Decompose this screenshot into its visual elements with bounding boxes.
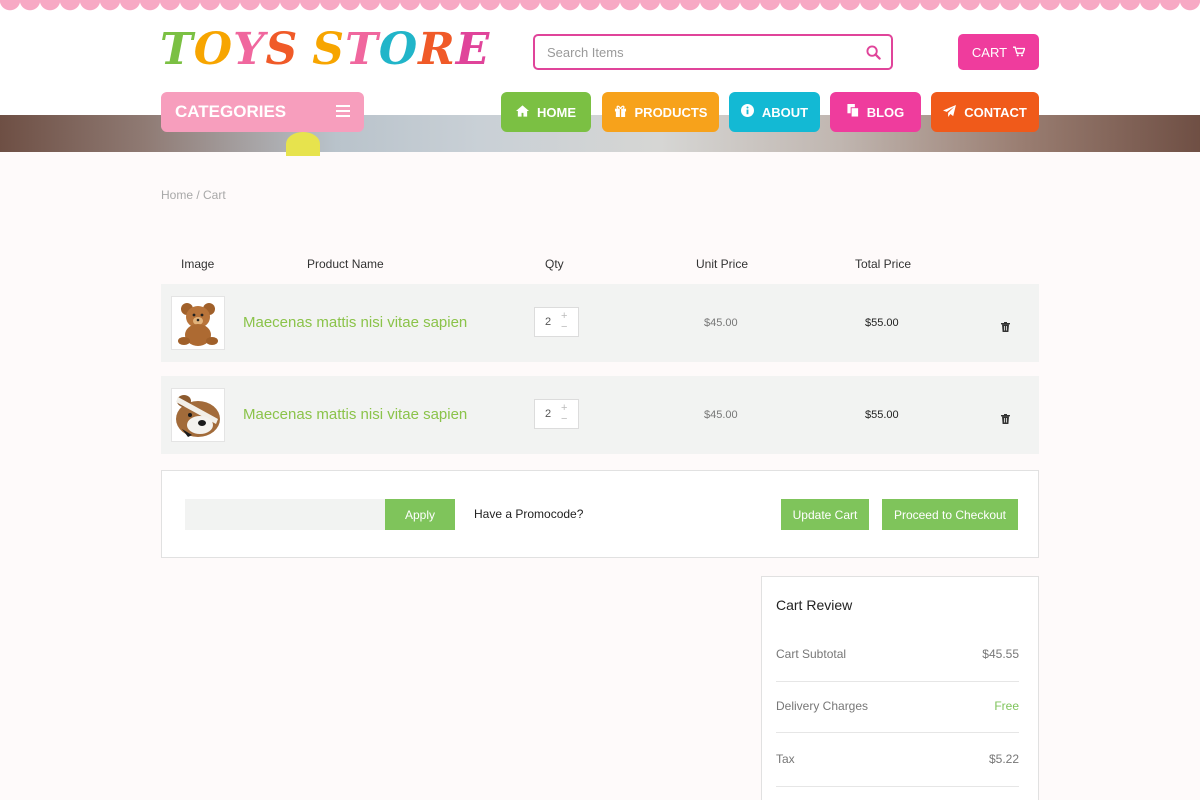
home-icon (516, 104, 529, 120)
total-price: $55.00 (865, 317, 899, 329)
hero-toy-shape (286, 132, 320, 156)
update-cart-button[interactable]: Update Cart (781, 499, 869, 530)
logo-letter: O (193, 23, 234, 75)
search-bar (533, 34, 893, 70)
nav-label: HOME (537, 104, 576, 120)
info-icon (740, 104, 754, 120)
product-thumbnail[interactable] (171, 296, 225, 350)
review-value: $45.55 (982, 647, 1019, 661)
minus-icon[interactable]: − (561, 322, 567, 333)
logo-letter: S (265, 23, 299, 75)
breadcrumb[interactable]: Home / Cart (161, 188, 226, 202)
product-thumbnail[interactable] (171, 388, 225, 442)
trash-icon[interactable] (1001, 411, 1010, 429)
review-label: Cart Subtotal (776, 647, 847, 661)
copy-icon (847, 104, 859, 120)
review-label: Tax (776, 752, 795, 766)
cart-review-panel: Cart Review Cart Subtotal $45.55 Deliver… (761, 576, 1039, 800)
product-name-link[interactable]: Maecenas mattis nisi vitae sapien (243, 406, 467, 423)
column-header-product-name: Product Name (307, 257, 384, 271)
search-input[interactable] (535, 36, 855, 68)
quantity-value[interactable]: 2 (535, 316, 561, 328)
hamburger-icon (336, 102, 350, 122)
logo-letter: T (345, 23, 379, 75)
promo-prompt: Have a Promocode? (474, 507, 584, 521)
divider (776, 681, 1019, 682)
cart-button-label: CART (971, 44, 1008, 60)
logo-letter: T (160, 23, 194, 75)
promo-code-input[interactable] (185, 499, 385, 530)
nav-blog[interactable]: BLOG (830, 92, 921, 132)
nav-label: PRODUCTS (634, 104, 708, 120)
logo-letter: E (455, 23, 491, 75)
scallop-border (0, 0, 1200, 16)
review-value: $5.22 (988, 752, 1019, 766)
review-row-delivery: Delivery Charges Free (776, 699, 1019, 713)
logo-letter: Y (233, 23, 266, 75)
nav-label: CONTACT (964, 104, 1027, 120)
logo-letter: O (378, 23, 419, 75)
minus-icon[interactable]: − (561, 414, 567, 425)
divider (776, 786, 1019, 787)
logo-letter: S (312, 23, 346, 75)
cart-button[interactable]: CART (958, 34, 1039, 70)
unit-price: $45.00 (704, 409, 738, 421)
column-header-unit-price: Unit Price (696, 257, 749, 271)
promo-panel: Apply Have a Promocode? Update Cart Proc… (161, 470, 1039, 558)
nav-about[interactable]: ABOUT (729, 92, 820, 132)
categories-button[interactable]: CATEGORIES (161, 92, 364, 132)
review-row-tax: Tax $5.22 (776, 752, 1019, 766)
gift-icon (614, 105, 627, 120)
search-icon[interactable] (855, 44, 891, 60)
unit-price: $45.00 (704, 317, 738, 329)
categories-label: CATEGORIES (175, 102, 287, 121)
nav-home[interactable]: HOME (501, 92, 591, 132)
trash-icon[interactable] (1001, 319, 1010, 337)
logo[interactable]: T O Y S S T O R E (160, 23, 491, 75)
column-header-image: Image (181, 257, 215, 271)
total-price: $55.00 (865, 409, 899, 421)
review-value: Free (994, 699, 1019, 713)
nav-products[interactable]: PRODUCTS (602, 92, 719, 132)
nav-contact[interactable]: CONTACT (931, 92, 1039, 132)
apply-button[interactable]: Apply (385, 499, 455, 530)
review-label: Delivery Charges (776, 699, 869, 713)
logo-letter: R (418, 23, 456, 75)
nav-label: BLOG (866, 104, 905, 120)
product-name-link[interactable]: Maecenas mattis nisi vitae sapien (243, 314, 467, 331)
quantity-stepper[interactable]: 2 + − (534, 307, 579, 337)
cart-icon (1013, 45, 1026, 60)
paper-plane-icon (943, 104, 957, 120)
quantity-value[interactable]: 2 (535, 408, 561, 420)
divider (776, 732, 1019, 733)
nav-label: ABOUT (761, 104, 809, 120)
review-row-subtotal: Cart Subtotal $45.55 (776, 647, 1019, 661)
cart-review-title: Cart Review (776, 597, 853, 613)
proceed-to-checkout-button[interactable]: Proceed to Checkout (882, 499, 1018, 530)
table-row: Maecenas mattis nisi vitae sapien 2 + − … (161, 284, 1039, 362)
table-row: Maecenas mattis nisi vitae sapien 2 + − … (161, 376, 1039, 454)
column-header-total-price: Total Price (855, 257, 912, 271)
column-header-qty: Qty (545, 257, 564, 271)
quantity-stepper[interactable]: 2 + − (534, 399, 579, 429)
